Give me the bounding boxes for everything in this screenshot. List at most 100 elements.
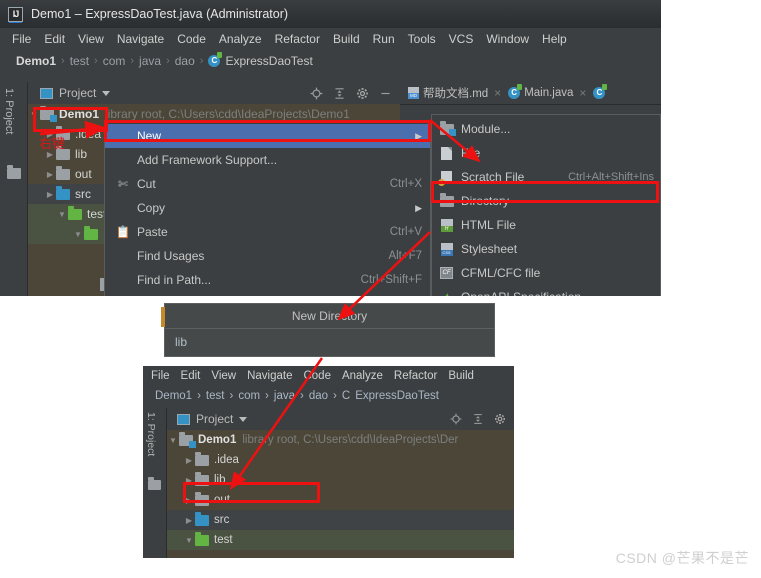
menu-view[interactable]: View (78, 32, 104, 46)
chevron-down-icon[interactable] (102, 90, 111, 96)
locate-icon[interactable] (450, 413, 462, 425)
editor-tab-md[interactable]: 帮助文档.md × (408, 85, 501, 101)
sidebar-item-project[interactable]: 1: Project (3, 88, 15, 134)
breadcrumb-class[interactable]: ExpressDaoTest (355, 390, 439, 402)
tree-row[interactable]: ▶ out (167, 490, 514, 510)
breadcrumb-java[interactable]: java (139, 54, 161, 68)
breadcrumb-test[interactable]: test (70, 54, 89, 68)
menu-tools[interactable]: Tools (408, 32, 436, 46)
submenu-item-html-file[interactable]: HTML File (432, 213, 660, 237)
expand-arrow-icon[interactable]: ▶ (183, 496, 195, 505)
breadcrumb-dao[interactable]: dao (175, 54, 195, 68)
menu-build[interactable]: Build (333, 32, 360, 46)
expand-arrow-icon[interactable]: ▶ (44, 190, 56, 199)
submenu-item-scratch-file[interactable]: Scratch File Ctrl+Alt+Shift+Ins (432, 165, 660, 189)
expand-arrow-icon[interactable]: ▼ (72, 230, 84, 239)
submenu-item-cfml-cfc-file[interactable]: CF CFML/CFC file (432, 261, 660, 285)
collapse-all-icon[interactable] (333, 87, 346, 100)
annotation-label-right-click: 右键 (39, 136, 66, 151)
directory-name-input[interactable]: lib (165, 329, 494, 356)
menu-file[interactable]: File (12, 32, 31, 46)
editor-tab-main-java[interactable]: C Main.java × (508, 84, 586, 100)
close-icon[interactable]: × (494, 86, 501, 100)
expand-arrow-icon[interactable]: ▼ (183, 536, 195, 545)
folder-icon (148, 477, 161, 490)
submenu-item-openapi-specification[interactable]: ✦ OpenAPI Specification (432, 285, 660, 296)
menu-code[interactable]: Code (303, 370, 331, 382)
scissors-icon: ✄ (117, 177, 129, 191)
chevron-down-icon[interactable] (239, 416, 248, 422)
tree-row-root[interactable]: ▼ Demo1 library root, C:\Users\cdd\IdeaP… (167, 430, 514, 450)
context-menu-item-find-usages[interactable]: Find Usages Alt+F7 (105, 244, 430, 268)
context-menu-item-find-in-path[interactable]: Find in Path... Ctrl+Shift+F (105, 268, 430, 292)
breadcrumb-com[interactable]: com (103, 54, 126, 68)
new-directory-dialog: New Directory lib (161, 303, 495, 357)
context-menu-item-new[interactable]: New ▶ (105, 124, 430, 148)
breadcrumb-test[interactable]: test (206, 390, 225, 402)
menu-bar-bottom: File Edit View Navigate Code Analyze Ref… (143, 366, 514, 386)
context-menu-accelerator: Ctrl+V (389, 226, 422, 238)
breadcrumb-project[interactable]: Demo1 (155, 390, 192, 402)
menu-navigate[interactable]: Navigate (117, 32, 164, 46)
breadcrumb-class[interactable]: ExpressDaoTest (225, 54, 312, 68)
tree-row[interactable]: ▶ src (167, 510, 514, 530)
tree-row[interactable]: ▶ .idea (167, 450, 514, 470)
expand-arrow-icon[interactable]: ▼ (28, 110, 40, 119)
expand-arrow-icon[interactable]: ▶ (183, 516, 195, 525)
context-menu-item-cut[interactable]: ✄ Cut Ctrl+X (105, 172, 430, 196)
expand-arrow-icon[interactable]: ▶ (183, 456, 195, 465)
menu-edit[interactable]: Edit (44, 32, 65, 46)
folder-icon (7, 165, 21, 179)
tree-node-label: src (214, 514, 230, 526)
context-menu-item-add-framework-support[interactable]: Add Framework Support... (105, 148, 430, 172)
tree-row-lib[interactable]: ▶ lib (167, 470, 514, 490)
menu-analyze[interactable]: Analyze (219, 32, 262, 46)
breadcrumb-dao[interactable]: dao (309, 390, 328, 402)
submenu-item-directory[interactable]: Directory (432, 189, 660, 213)
menu-analyze[interactable]: Analyze (342, 370, 383, 382)
screenshot-canvas: IJ Demo1 – ExpressDaoTest.java (Administ… (0, 0, 761, 578)
menu-vcs[interactable]: VCS (449, 32, 474, 46)
context-menu-item-replace-in-path[interactable]: Replace in Path... Ctrl+Shift+R (105, 292, 430, 296)
breadcrumb-separator: › (94, 55, 98, 67)
context-menu-item-copy[interactable]: Copy ▶ (105, 196, 430, 220)
settings-gear-icon[interactable] (494, 413, 506, 425)
locate-icon[interactable] (310, 87, 323, 100)
settings-gear-icon[interactable] (356, 87, 369, 100)
breadcrumb-java[interactable]: java (274, 390, 295, 402)
submenu-label: CFML/CFC file (461, 266, 541, 280)
menu-window[interactable]: Window (486, 32, 529, 46)
collapse-all-icon[interactable] (472, 413, 484, 425)
menu-refactor[interactable]: Refactor (394, 370, 437, 382)
expand-arrow-icon[interactable]: ▼ (167, 436, 179, 445)
folder-icon (195, 511, 209, 526)
menu-edit[interactable]: Edit (181, 370, 201, 382)
folder-icon (195, 451, 209, 466)
sidebar-item-project[interactable]: 1: Project (145, 412, 157, 456)
tree-row[interactable]: ▼ test (167, 530, 514, 550)
editor-tab-partial[interactable]: C (593, 84, 608, 99)
close-icon[interactable]: × (579, 86, 586, 100)
menu-navigate[interactable]: Navigate (247, 370, 292, 382)
menu-view[interactable]: View (211, 370, 236, 382)
submenu-item-stylesheet[interactable]: Stylesheet (432, 237, 660, 261)
expand-arrow-icon[interactable]: ▶ (44, 170, 56, 179)
submenu-item-file[interactable]: File (432, 141, 660, 165)
hide-toolwindow-icon[interactable] (379, 87, 392, 100)
expand-arrow-icon[interactable]: ▼ (56, 210, 68, 219)
project-window-icon (40, 87, 53, 99)
menu-refactor[interactable]: Refactor (275, 32, 320, 46)
dialog-caret-marker (161, 307, 165, 327)
markdown-icon (408, 87, 419, 99)
menu-file[interactable]: File (151, 370, 170, 382)
context-menu-item-paste[interactable]: 📋 Paste Ctrl+V (105, 220, 430, 244)
menu-code[interactable]: Code (177, 32, 206, 46)
menu-build[interactable]: Build (448, 370, 474, 382)
breadcrumb-project[interactable]: Demo1 (16, 54, 56, 68)
submenu-item-module[interactable]: Module... (432, 117, 660, 141)
menu-help[interactable]: Help (542, 32, 567, 46)
menu-run[interactable]: Run (373, 32, 395, 46)
expand-arrow-icon[interactable]: ▶ (183, 476, 195, 485)
tree-node-label: out (75, 167, 92, 181)
breadcrumb-com[interactable]: com (238, 390, 260, 402)
